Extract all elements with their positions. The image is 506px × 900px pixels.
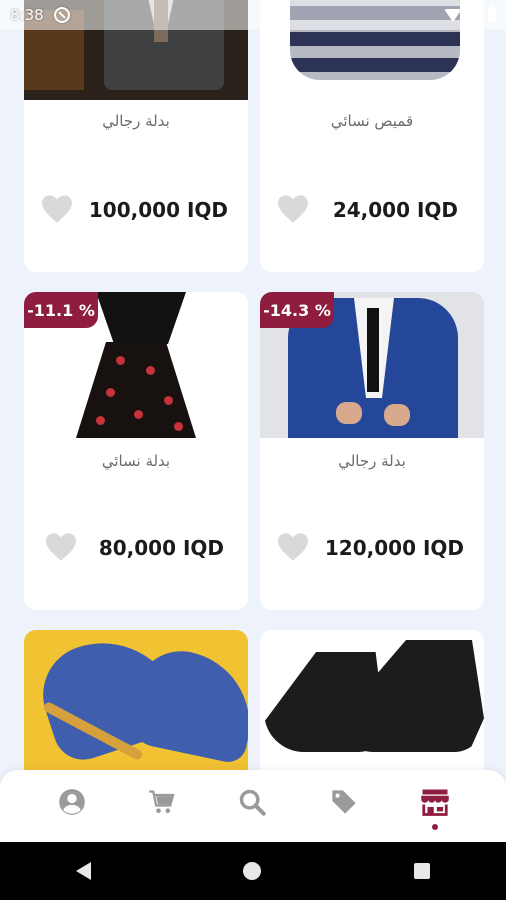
system-navigation-bar [0,842,506,900]
nav-search[interactable] [232,782,272,822]
product-price: 100,000 IQD [88,198,228,222]
nav-store[interactable] [415,782,455,822]
heart-icon[interactable] [276,532,310,562]
product-card[interactable]: قميص نسائي 24,000 IQD [260,0,484,272]
product-price: 24,000 IQD [332,198,458,222]
product-name: بدلة نسائي [101,452,171,470]
nav-offers[interactable] [324,782,364,822]
nav-cart[interactable] [142,782,182,822]
status-time: 8:38 [10,6,44,24]
product-image [260,630,484,770]
product-name: بدلة رجالي [102,112,170,130]
discount-badge: -11.1 % [24,292,98,328]
recent-apps-icon[interactable] [413,863,430,879]
tag-icon [332,790,356,814]
battery-icon [488,6,496,22]
store-icon [421,789,449,816]
heart-icon[interactable] [276,194,310,224]
discount-badge: -14.3 % [260,292,334,328]
profile-icon [59,789,85,815]
product-price: 120,000 IQD [324,536,464,560]
signal-icon [468,8,482,22]
product-card[interactable]: -14.3 % بدلة رجالي 120,000 IQD [260,292,484,610]
product-card[interactable]: بدلة رجالي 100,000 IQD [24,0,248,272]
bottom-navigation [0,770,506,842]
search-icon [239,789,266,816]
wifi-icon [444,8,462,22]
product-name: قميص نسائي [330,112,414,130]
status-icons [444,6,496,22]
product-name: بدلة رجالي [338,452,406,470]
home-icon[interactable] [243,862,262,880]
product-image [24,630,248,770]
cart-icon [149,790,175,814]
status-bar: 8:38 [0,0,506,30]
back-icon[interactable] [76,862,92,880]
dnd-icon [53,7,70,23]
product-price: 80,000 IQD [98,536,224,560]
heart-icon[interactable] [40,194,74,224]
heart-icon[interactable] [44,532,78,562]
active-indicator [432,824,438,830]
nav-profile[interactable] [52,782,92,822]
product-card[interactable]: -11.1 % بدلة نسائي 80,000 IQD [24,292,248,610]
product-grid: بدلة رجالي 100,000 IQD قميص نسائي 24,000… [0,0,506,842]
